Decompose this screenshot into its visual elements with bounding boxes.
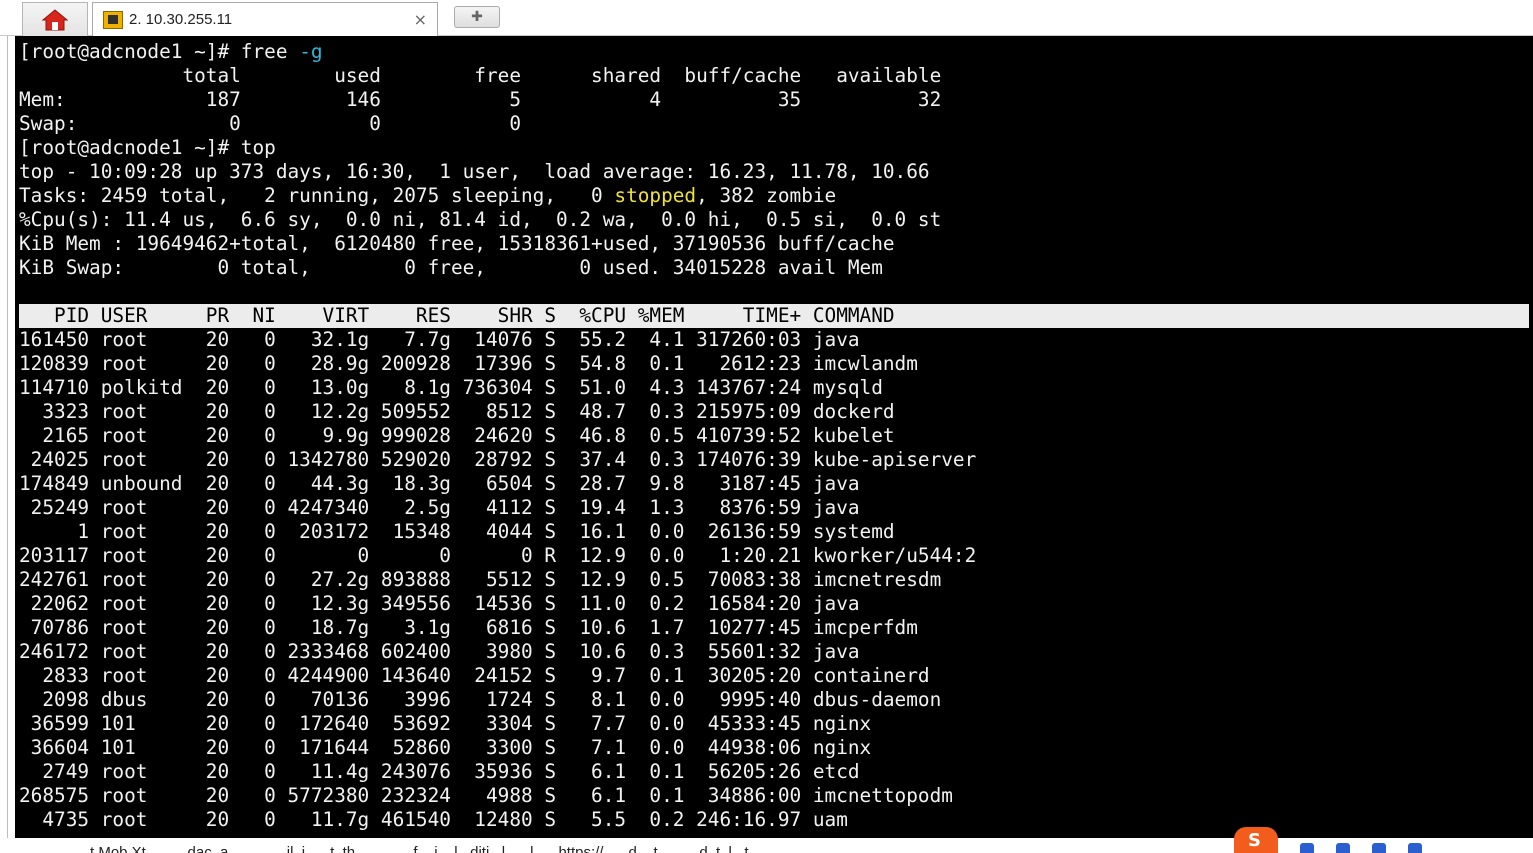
sogou-ime-icon[interactable]: [1234, 827, 1278, 853]
process-table-header-text: PID USER PR NI VIRT RES SHR S %CPU %MEM …: [19, 304, 895, 327]
process-row: 4735 root 20 0 11.7g 461540 12480 S 5.5 …: [19, 808, 848, 831]
process-row: 24025 root 20 0 1342780 529020 28792 S 3…: [19, 448, 977, 471]
command-flag: -g: [299, 40, 323, 63]
tab-session[interactable]: 2. 10.30.255.11 ×: [92, 2, 438, 36]
process-row: 161450 root 20 0 32.1g 7.7g 14076 S 55.2…: [19, 328, 860, 351]
tab-session-title: 2. 10.30.255.11: [129, 11, 233, 28]
tasks-counts: Tasks: 2459 total, 2 running, 2075 sleep…: [19, 184, 615, 207]
ime-punct-icon[interactable]: [1336, 843, 1350, 853]
home-tab[interactable]: [22, 2, 88, 36]
underlying-page-text: t Mob Xt dac a il i t th f i l diti l l …: [90, 844, 749, 853]
process-row: 70786 root 20 0 18.7g 3.1g 6816 S 10.6 1…: [19, 616, 918, 639]
process-row: 25249 root 20 0 4247340 2.5g 4112 S 19.4…: [19, 496, 860, 519]
process-table-header: PID USER PR NI VIRT RES SHR S %CPU %MEM …: [19, 304, 1529, 328]
terminal-screen[interactable]: [root@adcnode1 ~]# free -g total used fr…: [15, 36, 1533, 838]
kib-swap-line: KiB Swap: 0 total, 0 free, 0 used. 34015…: [19, 256, 883, 279]
tasks-zombie: , 382 zombie: [696, 184, 837, 207]
process-row: 22062 root 20 0 12.3g 349556 14536 S 11.…: [19, 592, 860, 615]
free-swap-row: Swap: 0 0 0: [19, 112, 521, 135]
process-row: 268575 root 20 0 5772380 232324 4988 S 6…: [19, 784, 953, 807]
process-row: 120839 root 20 0 28.9g 200928 17396 S 54…: [19, 352, 918, 375]
process-row: 2165 root 20 0 9.9g 999028 24620 S 46.8 …: [19, 424, 895, 447]
ime-mic-icon[interactable]: [1372, 843, 1386, 853]
kib-mem-line: KiB Mem : 19649462+total, 6120480 free, …: [19, 232, 895, 255]
close-tab-icon[interactable]: ×: [414, 10, 427, 29]
process-row: 1 root 20 0 203172 15348 4044 S 16.1 0.0…: [19, 520, 895, 543]
home-icon: [42, 8, 68, 30]
process-row: 203117 root 20 0 0 0 0 R 12.9 0.0 1:20.2…: [19, 544, 977, 567]
cpu-line: %Cpu(s): 11.4 us, 6.6 sy, 0.0 ni, 81.4 i…: [19, 208, 942, 231]
ime-mode-icon[interactable]: [1300, 843, 1314, 853]
terminal-session-icon: [103, 10, 123, 29]
process-row: 3323 root 20 0 12.2g 509552 8512 S 48.7 …: [19, 400, 895, 423]
free-mem-row: Mem: 187 146 5 4 35 32: [19, 88, 942, 111]
process-row: 36599 101 20 0 172640 53692 3304 S 7.7 0…: [19, 712, 872, 735]
process-row: 36604 101 20 0 171644 52860 3300 S 7.1 0…: [19, 736, 872, 759]
process-row: 246172 root 20 0 2333468 602400 3980 S 1…: [19, 640, 860, 663]
process-row: 2098 dbus 20 0 70136 3996 1724 S 8.1 0.0…: [19, 688, 942, 711]
new-tab-button[interactable]: ✚: [454, 6, 500, 28]
shell-prompt: [root@adcnode1 ~]# free: [19, 40, 300, 63]
free-header: total used free shared buff/cache availa…: [19, 64, 942, 87]
ime-keyboard-icon[interactable]: [1408, 843, 1422, 853]
top-summary-line: top - 10:09:28 up 373 days, 16:30, 1 use…: [19, 160, 930, 183]
tab-bar: 2. 10.30.255.11 × ✚: [0, 0, 1533, 36]
top-command-line: [root@adcnode1 ~]# top: [19, 136, 276, 159]
process-row: 2833 root 20 0 4244900 143640 24152 S 9.…: [19, 664, 930, 687]
window-left-edge: [0, 0, 8, 853]
tasks-stopped-label: stopped: [614, 184, 697, 207]
process-row: 242761 root 20 0 27.2g 893888 5512 S 12.…: [19, 568, 942, 591]
ime-toolbar[interactable]: [1228, 826, 1533, 853]
process-row: 2749 root 20 0 11.4g 243076 35936 S 6.1 …: [19, 760, 860, 783]
process-row: 114710 polkitd 20 0 13.0g 8.1g 736304 S …: [19, 376, 883, 399]
process-row: 174849 unbound 20 0 44.3g 18.3g 6504 S 2…: [19, 472, 860, 495]
plus-icon: ✚: [471, 9, 483, 25]
free-command-line: [root@adcnode1 ~]# free -g: [19, 40, 323, 64]
tasks-line: Tasks: 2459 total, 2 running, 2075 sleep…: [19, 184, 836, 208]
